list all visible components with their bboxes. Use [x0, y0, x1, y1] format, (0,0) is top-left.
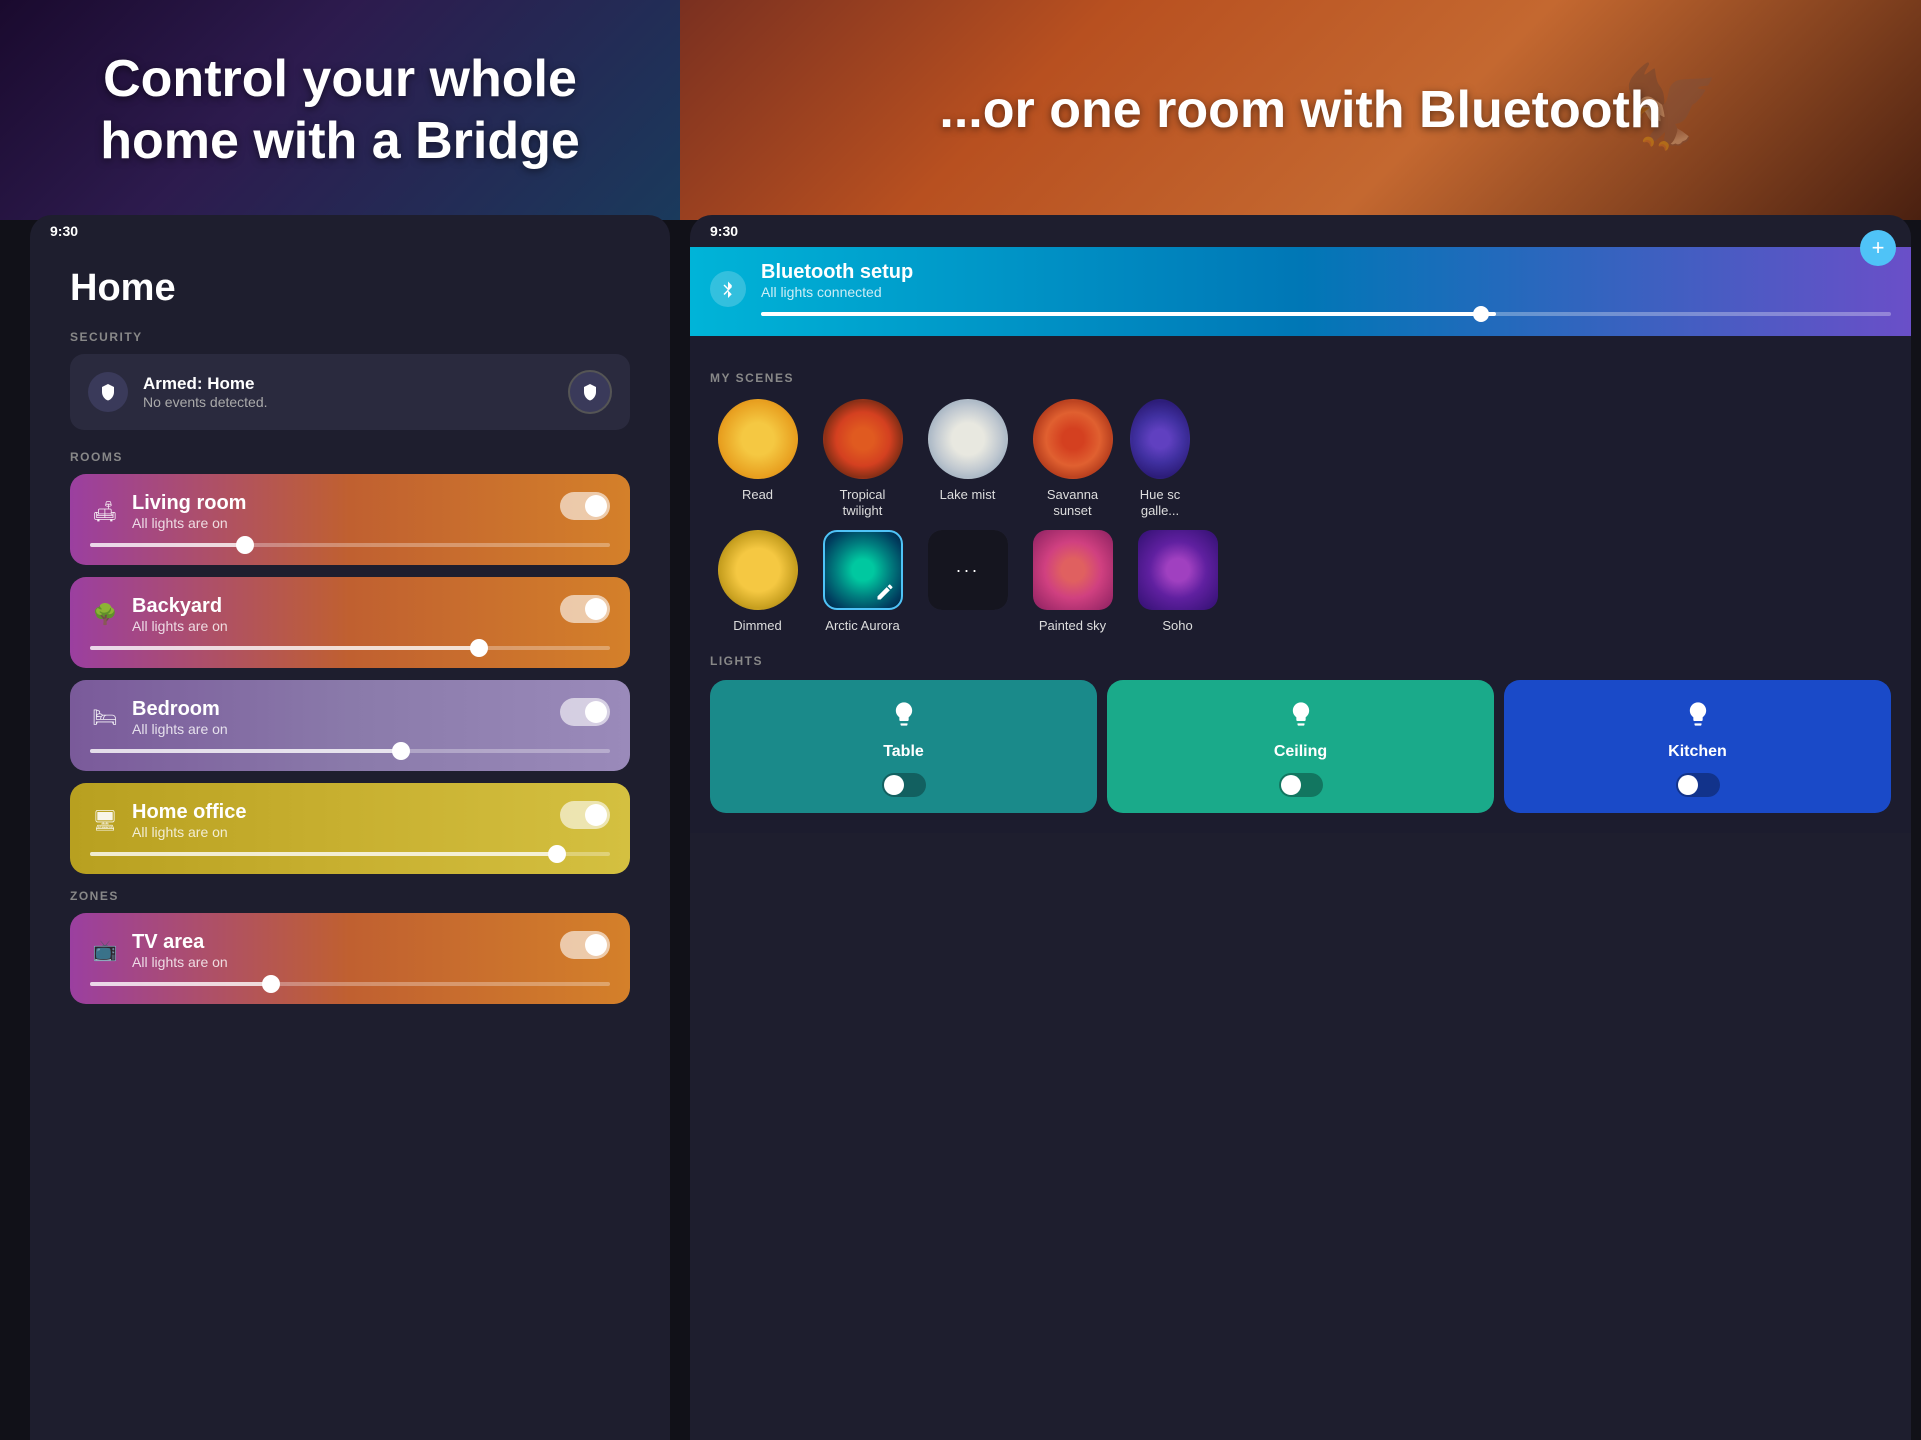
scene-tropical[interactable]: Tropicaltwilight	[815, 399, 910, 518]
bluetooth-subtitle: All lights connected	[761, 284, 1891, 300]
scene-painted-label: Painted sky	[1039, 618, 1106, 634]
security-label: SECURITY	[70, 330, 630, 344]
bluetooth-header: Bluetooth setup All lights connected	[690, 247, 1911, 336]
left-status-bar: 9:30	[30, 215, 670, 247]
table-light-name: Table	[883, 743, 924, 761]
bedroom-toggle[interactable]	[560, 698, 610, 726]
scene-more[interactable]: ···	[920, 530, 1015, 634]
living-room-status: All lights are on	[132, 515, 246, 531]
security-name: Armed: Home	[143, 374, 568, 394]
tvarea-status: All lights are on	[132, 954, 228, 970]
kitchen-bulb-icon	[1684, 700, 1712, 735]
backyard-toggle[interactable]	[560, 595, 610, 623]
add-scene-button[interactable]: +	[1860, 230, 1896, 266]
bedroom-name: Bedroom	[132, 698, 228, 721]
kitchen-light-name: Kitchen	[1668, 743, 1727, 761]
right-header-title: ...or one room with Bluetooth	[720, 79, 1881, 141]
bluetooth-title: Bluetooth setup	[761, 261, 1891, 284]
scene-dimmed-label: Dimmed	[733, 618, 781, 634]
left-device: 9:30 Home SECURITY Armed: Home No events…	[30, 215, 670, 1440]
living-room-toggle[interactable]	[560, 492, 610, 520]
light-ceiling[interactable]: Ceiling	[1107, 680, 1494, 813]
homeoffice-toggle[interactable]	[560, 801, 610, 829]
bedroom-status: All lights are on	[132, 721, 228, 737]
backyard-name: Backyard	[132, 595, 228, 618]
left-header-title: Control your whole home with a Bridge	[40, 48, 640, 173]
room-card-tvarea[interactable]: 📺 TV area All lights are on	[70, 913, 630, 1004]
security-icon	[88, 372, 128, 412]
ceiling-bulb-icon	[1287, 700, 1315, 735]
scene-hue[interactable]: Hue scgalle...	[1130, 399, 1190, 518]
room-card-living[interactable]: 🛋 Living room All lights are on	[70, 474, 630, 565]
tvarea-toggle[interactable]	[560, 931, 610, 959]
security-status: No events detected.	[143, 394, 568, 410]
scene-savanna[interactable]: Savannasunset	[1025, 399, 1120, 518]
lights-grid: Table Ceiling Kitchen	[710, 680, 1891, 813]
home-title: Home	[70, 267, 630, 310]
living-room-icon: 🛋	[90, 497, 120, 527]
bluetooth-icon	[710, 271, 746, 307]
scene-lake[interactable]: Lake mist	[920, 399, 1015, 518]
scenes-label: MY SCENES	[710, 371, 1891, 385]
security-card[interactable]: Armed: Home No events detected.	[70, 354, 630, 430]
scene-arctic-label: Arctic Aurora	[825, 618, 899, 634]
homeoffice-status: All lights are on	[132, 824, 246, 840]
table-light-toggle[interactable]	[882, 773, 926, 797]
zones-label: ZONES	[70, 889, 630, 903]
scene-lake-label: Lake mist	[940, 487, 996, 503]
homeoffice-name: Home office	[132, 801, 246, 824]
lights-label: LIGHTS	[710, 654, 1891, 668]
tvarea-icon: 📺	[90, 936, 120, 966]
light-table[interactable]: Table	[710, 680, 1097, 813]
table-bulb-icon	[890, 700, 918, 735]
rooms-label: ROOMS	[70, 450, 630, 464]
kitchen-light-toggle[interactable]	[1676, 773, 1720, 797]
room-card-backyard[interactable]: 🌳 Backyard All lights are on	[70, 577, 630, 668]
light-kitchen[interactable]: Kitchen	[1504, 680, 1891, 813]
backyard-status: All lights are on	[132, 618, 228, 634]
bedroom-icon: 🛏	[90, 703, 120, 733]
scene-soho-label: Soho	[1162, 618, 1192, 634]
room-card-homeoffice[interactable]: 🖥 Home office All lights are on	[70, 783, 630, 874]
ceiling-light-name: Ceiling	[1274, 743, 1327, 761]
right-status-bar: 9:30	[690, 215, 1911, 247]
scene-read[interactable]: Read	[710, 399, 805, 518]
living-room-name: Living room	[132, 492, 246, 515]
scene-hue-label: Hue scgalle...	[1140, 487, 1180, 518]
homeoffice-icon: 🖥	[90, 806, 120, 836]
backyard-icon: 🌳	[90, 600, 120, 630]
tvarea-name: TV area	[132, 931, 228, 954]
scene-soho[interactable]: Soho	[1130, 530, 1225, 634]
security-button[interactable]	[568, 370, 612, 414]
ceiling-light-toggle[interactable]	[1279, 773, 1323, 797]
scene-tropical-label: Tropicaltwilight	[840, 487, 886, 518]
scene-arctic[interactable]: Arctic Aurora	[815, 530, 910, 634]
room-card-bedroom[interactable]: 🛏 Bedroom All lights are on	[70, 680, 630, 771]
right-device: 9:30 Bluetooth setup All lights connecte…	[690, 215, 1911, 1440]
scene-painted[interactable]: Painted sky	[1025, 530, 1120, 634]
scene-savanna-label: Savannasunset	[1047, 487, 1098, 518]
scene-read-label: Read	[742, 487, 773, 503]
scene-dimmed[interactable]: Dimmed	[710, 530, 805, 634]
